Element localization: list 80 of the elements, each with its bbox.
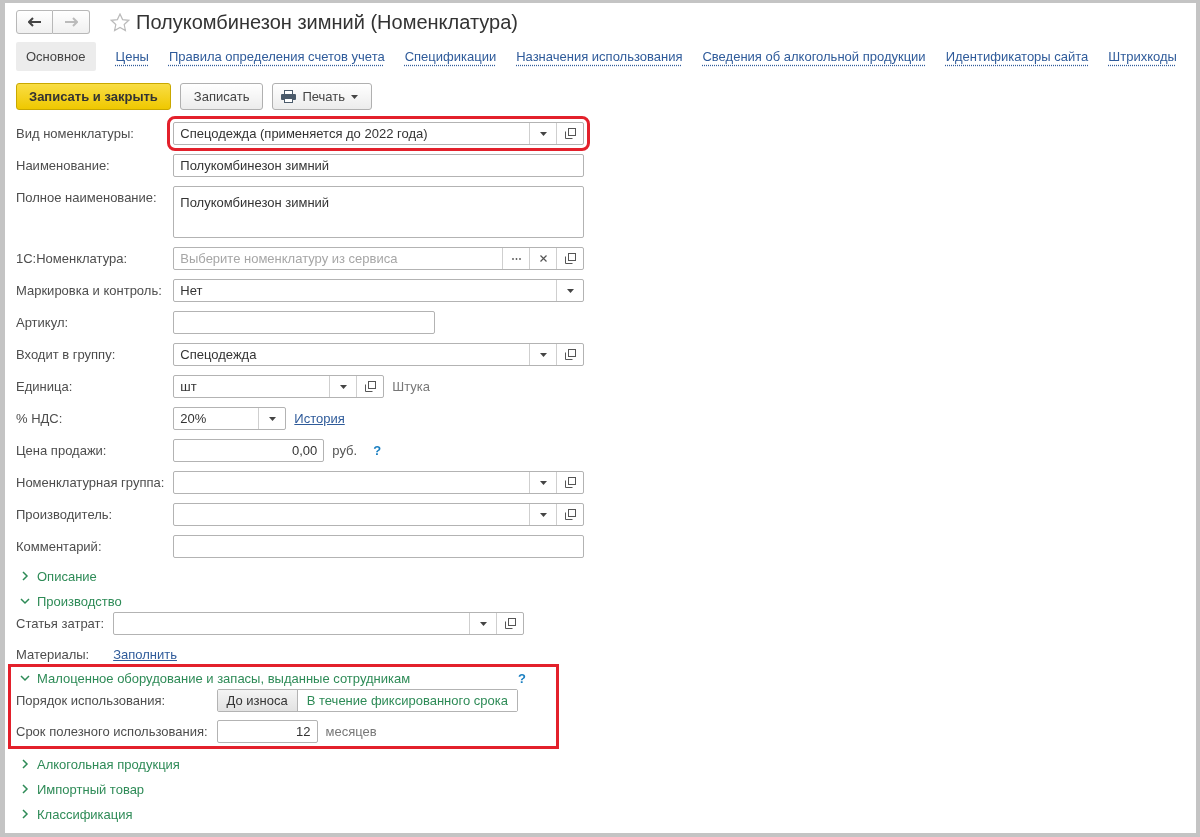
- unit-label: месяцев: [325, 724, 377, 739]
- field-label: Маркировка и контроль:: [16, 282, 163, 300]
- caret-icon: [339, 384, 347, 389]
- open-window-icon: [564, 349, 576, 360]
- input-field[interactable]: 12: [216, 720, 318, 743]
- caret-icon: [566, 288, 574, 293]
- tab[interactable]: Спецификации: [404, 42, 497, 71]
- unit-name: Штука: [392, 379, 431, 394]
- open-window-icon: [564, 509, 576, 520]
- save-and-close-button[interactable]: Записать и закрыть: [16, 83, 171, 110]
- field-label: Статья затрат:: [16, 615, 105, 633]
- tab[interactable]: Назначения использования: [516, 42, 683, 71]
- field-label: Порядок использования:: [16, 692, 167, 710]
- tab[interactable]: Правила определения счетов учета: [168, 42, 385, 71]
- star-icon[interactable]: [110, 12, 130, 32]
- tab[interactable]: Сведения об алкогольной продукции: [702, 42, 926, 71]
- field-label: Цена продажи:: [16, 442, 108, 460]
- field-label: Наименование:: [16, 157, 111, 175]
- field-label: Артикул:: [16, 314, 70, 332]
- section-header[interactable]: Импортный товар: [20, 779, 145, 799]
- ellipsis-icon: [511, 257, 521, 260]
- open-window-icon: [504, 618, 516, 629]
- caret-icon: [539, 352, 547, 357]
- help-link[interactable]: ?: [373, 443, 382, 458]
- field-label: Производитель:: [16, 506, 114, 524]
- section-header[interactable]: Классификация: [20, 804, 133, 824]
- section-header[interactable]: Описание: [20, 566, 97, 586]
- back-arrow-icon: [27, 17, 42, 27]
- input-field[interactable]: [173, 311, 436, 334]
- printer-icon: [281, 90, 297, 103]
- open-window-icon: [564, 253, 576, 264]
- field-label: Номенклатурная группа:: [16, 474, 165, 492]
- input-field[interactable]: Полукомбинезон зимний: [173, 154, 585, 177]
- caret-icon: [479, 621, 487, 626]
- combo-field[interactable]: Нет: [173, 279, 585, 302]
- caret-icon: [539, 131, 547, 136]
- segment-option[interactable]: До износа: [217, 690, 297, 711]
- text-area[interactable]: Полукомбинезон зимний: [173, 186, 585, 238]
- field-label: Входит в группу:: [16, 346, 117, 364]
- window-title: Полукомбинезон зимний (Номенклатура): [136, 10, 518, 34]
- section-header[interactable]: Алкогольная продукция: [20, 754, 180, 774]
- open-window-icon: [364, 381, 376, 392]
- combo-field[interactable]: [173, 503, 585, 526]
- history-link[interactable]: История: [294, 411, 345, 426]
- combo-field[interactable]: шт: [173, 375, 385, 398]
- field-label: Вид номенклатуры:: [16, 125, 135, 143]
- tab[interactable]: Цены: [115, 42, 149, 71]
- segment-option[interactable]: В течение фиксированного срока: [296, 690, 517, 711]
- input-field[interactable]: [173, 535, 585, 558]
- field-label: % НДС:: [16, 410, 64, 428]
- help-link[interactable]: ?: [518, 670, 526, 686]
- field-label: 1С:Номенклатура:: [16, 250, 129, 268]
- combo-field[interactable]: Спецодежда: [173, 343, 585, 366]
- field-label: Комментарий:: [16, 538, 103, 556]
- field-label: Срок полезного использования:: [16, 723, 208, 741]
- print-button[interactable]: Печать: [272, 83, 372, 110]
- caret-icon: [539, 480, 547, 485]
- open-window-icon: [564, 477, 576, 488]
- combo-field[interactable]: 20%: [173, 407, 287, 430]
- fill-link[interactable]: Заполнить: [113, 647, 177, 662]
- caret-icon: [268, 416, 276, 421]
- section-header[interactable]: Производство: [20, 591, 122, 611]
- field-label: Единица:: [16, 378, 74, 396]
- close-icon: [539, 255, 547, 262]
- combo-field[interactable]: [113, 612, 525, 635]
- open-window-icon: [564, 128, 576, 139]
- caret-icon: [351, 94, 358, 99]
- tab[interactable]: Идентификаторы сайта: [945, 42, 1089, 71]
- section-header[interactable]: Малоценное оборудование и запасы, выданные сотрудникам: [20, 668, 411, 688]
- field-label: Полное наименование:: [16, 189, 158, 207]
- currency-label: руб.: [332, 443, 358, 458]
- forward-arrow-icon: [64, 17, 78, 27]
- combo-field[interactable]: [173, 471, 585, 494]
- tab[interactable]: Штрихкоды: [1108, 42, 1177, 71]
- tab[interactable]: Основное: [16, 42, 96, 71]
- back-button[interactable]: [16, 10, 53, 34]
- input-field[interactable]: 0,00: [173, 439, 325, 462]
- field-label: Материалы:: [16, 646, 91, 664]
- save-button[interactable]: Записать: [179, 83, 264, 110]
- caret-icon: [539, 512, 547, 517]
